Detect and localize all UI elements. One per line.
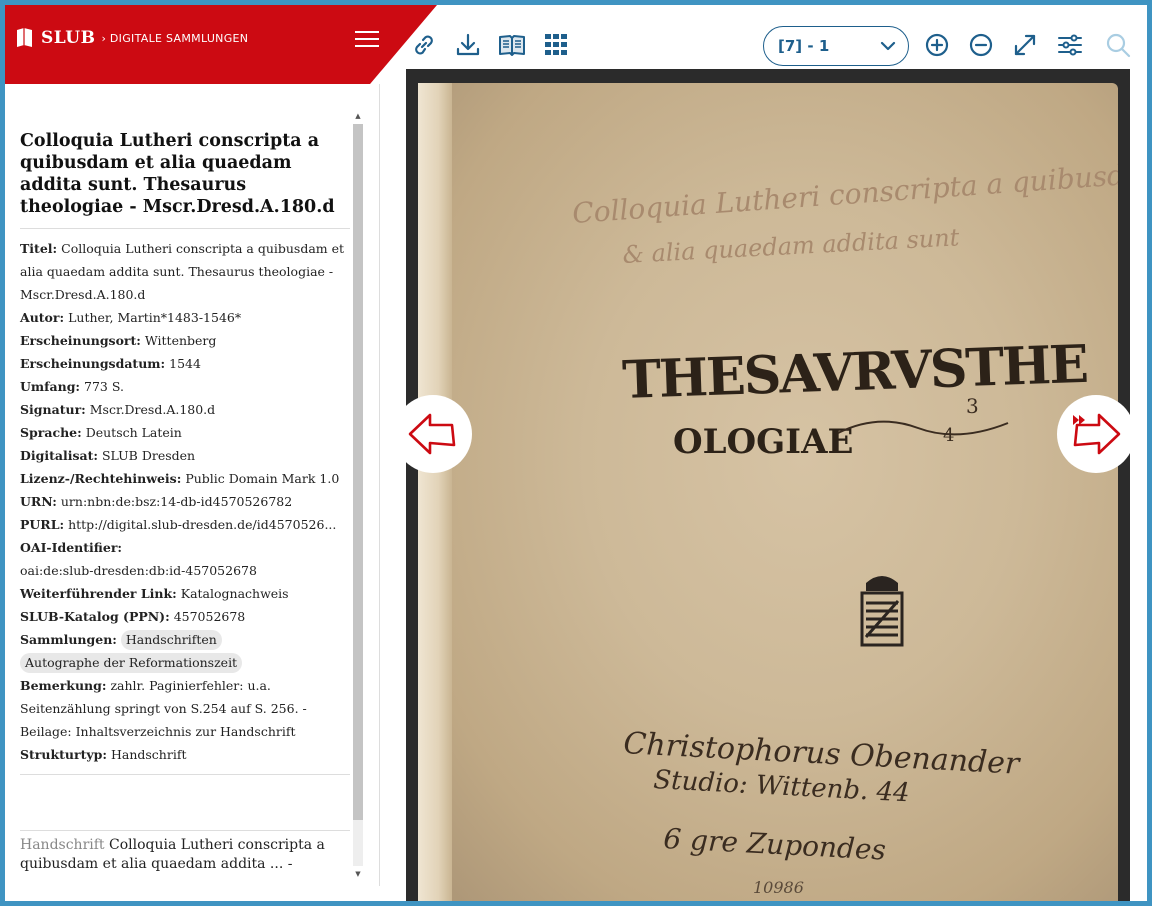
book-icon bbox=[17, 28, 32, 47]
metadata-row: SLUB-Katalog (PPN): 457052678 bbox=[20, 609, 246, 624]
handwritten-heading-2: OLOGIAE bbox=[673, 422, 853, 462]
metadata-row: Umfang: 773 S. bbox=[20, 379, 124, 394]
handwritten-line-1: Colloquia Lutheri conscripta a quibusdā bbox=[571, 157, 1118, 230]
link-icon[interactable] bbox=[410, 31, 438, 59]
collections-row: Sammlungen: Handschriften Autographe der… bbox=[20, 628, 350, 674]
metadata-row: URN: urn:nbn:de:bsz:14-db-id4570526782 bbox=[20, 494, 293, 509]
brand-name: SLUB bbox=[41, 28, 96, 48]
fullscreen-icon[interactable] bbox=[1011, 31, 1039, 59]
metadata-row: PURL: http://digital.slub-dresden.de/id4… bbox=[20, 517, 337, 532]
page-select[interactable]: [7] - 1 bbox=[763, 26, 909, 66]
handwritten-line-2: & alia quaedam addita sunt bbox=[622, 223, 961, 269]
next-page-button[interactable] bbox=[1057, 395, 1135, 473]
search-icon[interactable] bbox=[1104, 31, 1132, 59]
collection-tag[interactable]: Handschriften bbox=[120, 630, 222, 650]
scroll-down-icon[interactable]: ▼ bbox=[353, 868, 363, 880]
metadata-row: Sprache: Deutsch Latein bbox=[20, 425, 182, 440]
svg-text:4: 4 bbox=[943, 425, 954, 446]
metadata-row: Signatur: Mscr.Dresd.A.180.d bbox=[20, 402, 216, 417]
breadcrumb[interactable]: Handschrift Colloquia Lutheri conscripta… bbox=[20, 830, 350, 874]
manuscript-page: Colloquia Lutheri conscripta a quibusdā … bbox=[418, 83, 1118, 901]
zoom-out-icon[interactable] bbox=[967, 31, 995, 59]
purl-link[interactable]: http://digital.slub-dresden.de/id4570526… bbox=[68, 517, 336, 532]
brand-subtitle: DIGITALE SAMMLUNGEN bbox=[109, 31, 249, 45]
shelf-number: 10986 bbox=[753, 878, 804, 897]
brand-logo[interactable]: SLUB › DIGITALE SAMMLUNGEN bbox=[16, 28, 248, 48]
library-stamp bbox=[860, 576, 904, 647]
author-link[interactable]: Luther, Martin*1483-1546* bbox=[68, 310, 241, 325]
catalog-link[interactable]: Katalognachweis bbox=[181, 586, 289, 601]
download-icon[interactable] bbox=[454, 31, 482, 59]
remark-row: Bemerkung: zahlr. Paginierfehler: u.a. S… bbox=[20, 678, 307, 739]
grid-icon[interactable] bbox=[542, 31, 570, 59]
document-viewer[interactable]: Colloquia Lutheri conscripta a quibusdā … bbox=[406, 69, 1130, 901]
metadata-row: Digitalisat: SLUB Dresden bbox=[20, 448, 196, 463]
book-view-icon[interactable] bbox=[498, 31, 526, 59]
metadata-row: OAI-Identifier: oai:de:slub-dresden:db:id… bbox=[20, 540, 257, 578]
chevron-down-icon bbox=[880, 41, 896, 51]
ppn-link[interactable]: 457052678 bbox=[174, 609, 246, 624]
prev-page-button[interactable] bbox=[394, 395, 472, 473]
settings-sliders-icon[interactable] bbox=[1056, 31, 1084, 59]
license-link[interactable]: Public Domain Mark 1.0 bbox=[185, 471, 339, 486]
metadata-row: Erscheinungsort: Wittenberg bbox=[20, 333, 217, 348]
metadata-row: Erscheinungsdatum: 1544 bbox=[20, 356, 201, 371]
scroll-up-icon[interactable]: ▲ bbox=[353, 110, 363, 122]
handwritten-signature-3: 6 gre Zupondes bbox=[663, 822, 887, 867]
collection-tag[interactable]: Autographe der Reformationszeit bbox=[20, 653, 243, 673]
metadata-row: Autor: Luther, Martin*1483-1546* bbox=[20, 310, 242, 325]
metadata-row: Lizenz-/Rechtehinweis: Public Domain Mar… bbox=[20, 471, 340, 486]
metadata-sidebar: Colloquia Lutheri conscripta a quibusdam… bbox=[5, 84, 380, 886]
arrow-left-icon bbox=[408, 413, 456, 455]
document-title: Colloquia Lutheri conscripta a quibusdam… bbox=[20, 130, 350, 229]
scrollbar-thumb[interactable] bbox=[353, 124, 363, 820]
fast-forward-arrow-icon bbox=[1073, 413, 1121, 455]
metadata-panel[interactable]: Colloquia Lutheri conscripta a quibusdam… bbox=[20, 130, 350, 775]
manuscript-writing: Colloquia Lutheri conscripta a quibusdā … bbox=[571, 157, 1118, 897]
handwritten-heading-1: THESAVRVSTHE bbox=[621, 334, 1088, 411]
page-select-value: [7] - 1 bbox=[778, 37, 830, 55]
metadata-list: Titel: Colloquia Lutheri conscripta a qu… bbox=[20, 229, 350, 766]
metadata-row: Titel: Colloquia Lutheri conscripta a qu… bbox=[20, 241, 345, 302]
menu-icon[interactable] bbox=[355, 31, 379, 51]
brand-separator: › bbox=[101, 31, 106, 45]
structure-row: Strukturtyp: Handschrift bbox=[20, 747, 187, 762]
metadata-row: Weiterführender Link: Katalognachweis bbox=[20, 586, 289, 601]
sidebar-scrollbar[interactable]: ▲ ▼ bbox=[352, 110, 363, 882]
brand-header: SLUB › DIGITALE SAMMLUNGEN bbox=[5, 5, 437, 84]
divider bbox=[20, 774, 350, 775]
svg-text:3: 3 bbox=[966, 394, 979, 418]
breadcrumb-type: Handschrift bbox=[20, 837, 105, 853]
zoom-in-icon[interactable] bbox=[923, 31, 951, 59]
